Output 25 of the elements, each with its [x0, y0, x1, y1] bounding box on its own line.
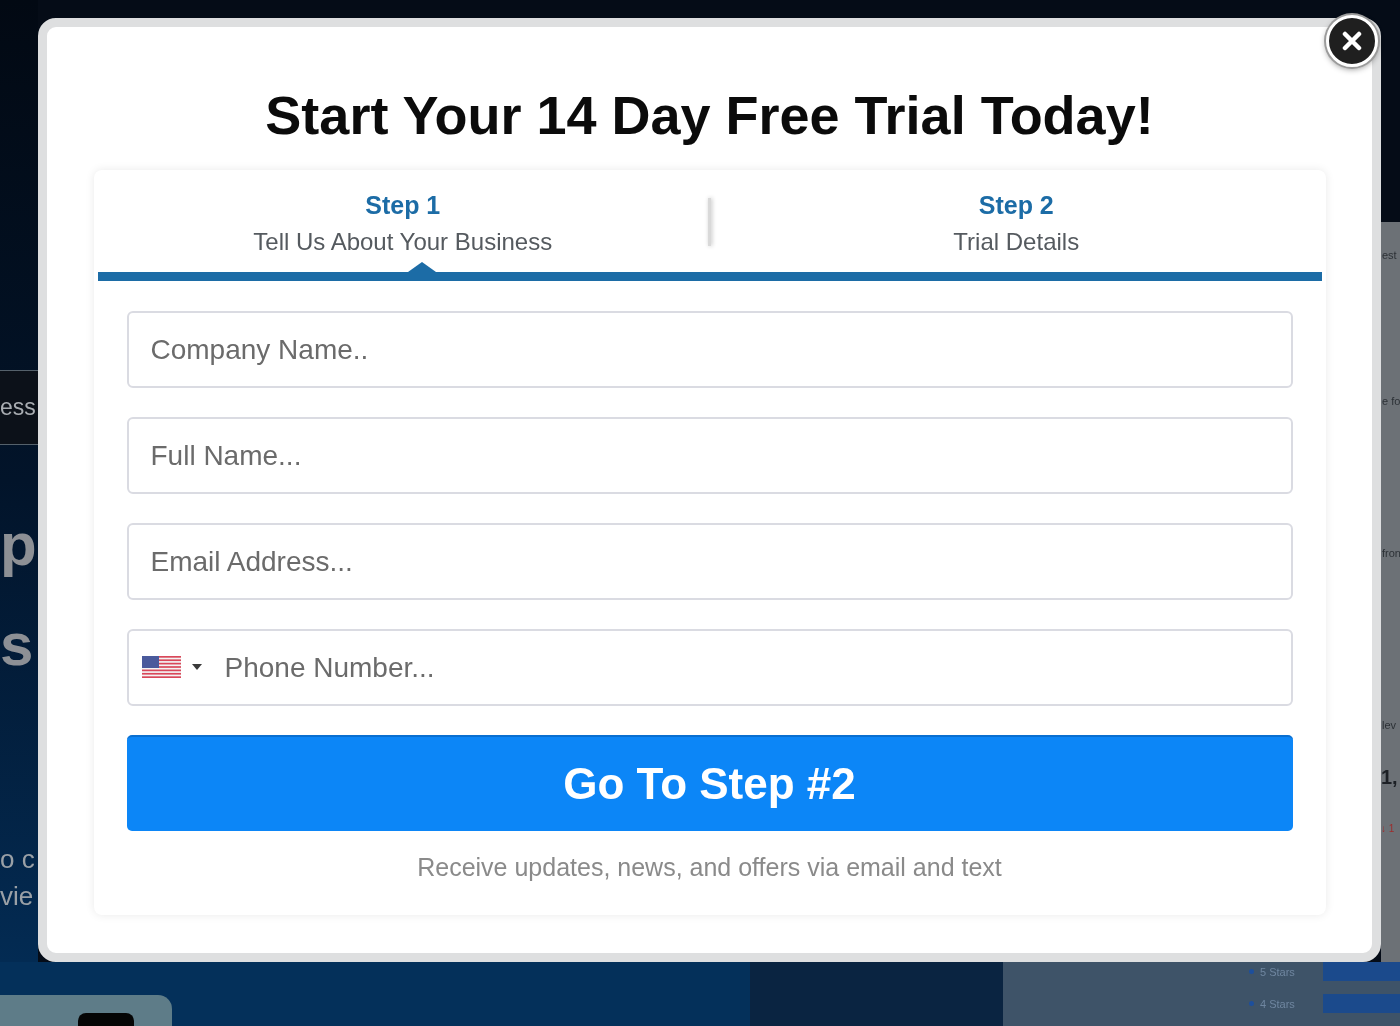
submit-button[interactable]: Go To Step #2	[126, 735, 1293, 831]
label-text: lev	[1381, 718, 1398, 732]
change-value: ↓ 1	[1381, 822, 1396, 836]
flag-icon	[141, 656, 181, 678]
step-tab[interactable]: Step 1 Tell Us About Your Business	[97, 170, 708, 272]
input-field[interactable]: Email Address...	[126, 523, 1293, 600]
step-tab[interactable]: Step 2 Trial Details	[711, 170, 1322, 272]
input-field[interactable]: Full Name...	[126, 417, 1293, 494]
label-text: e fo	[1381, 394, 1400, 408]
country-select[interactable]	[141, 656, 202, 678]
heading-text: s	[0, 610, 35, 680]
heading-text: p	[0, 510, 38, 580]
close-button[interactable]	[1326, 15, 1378, 67]
body-text: vie	[0, 880, 35, 913]
consent-note: Receive updates, news, and offers via email and text	[416, 852, 1003, 882]
stat-value: 1,	[1381, 765, 1399, 789]
label-text: fron	[1381, 546, 1400, 560]
close-icon	[1342, 31, 1362, 51]
phone-field[interactable]: Phone Number...	[126, 629, 1293, 706]
caret-icon	[191, 664, 202, 670]
input-field[interactable]: Company Name..	[126, 311, 1293, 388]
body-text: o c	[0, 843, 36, 876]
modal-title: Start Your 14 Day Free Trial Today!	[265, 85, 1154, 145]
label-text: est	[1381, 248, 1398, 262]
nav-link[interactable]: ess	[0, 396, 36, 419]
